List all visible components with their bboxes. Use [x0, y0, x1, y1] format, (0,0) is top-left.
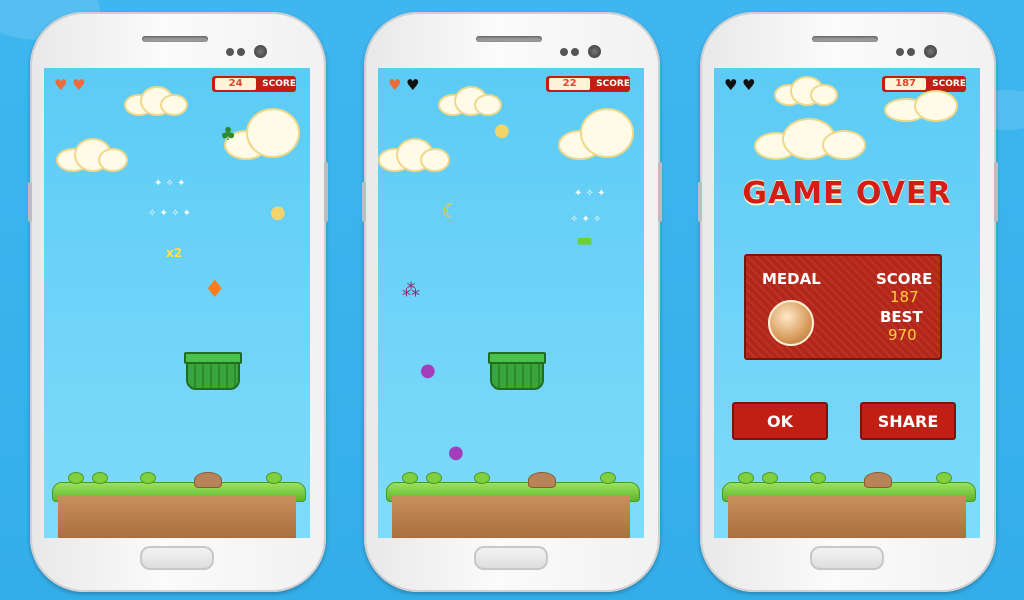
side-button	[324, 162, 328, 222]
cloud	[56, 138, 128, 172]
cloud	[378, 138, 450, 172]
ok-button[interactable]: OK	[732, 402, 828, 440]
phone-3: ♥ ♥ 187 SCORE GAME OVER MEDAL SCORE 187 …	[698, 12, 998, 592]
cloud	[124, 86, 188, 116]
heart-icon: ♥	[72, 76, 86, 94]
phone-2: ♥ ♥ 22 SCORE ● ☾ ✦ ✧ ✦ ✧ ✦ ✧ ▬ ⁂ ● ●	[362, 12, 662, 592]
side-button	[994, 162, 998, 222]
heart-empty-icon: ♥	[742, 76, 756, 94]
rock-icon	[864, 472, 892, 488]
sprout-icon	[738, 472, 754, 484]
front-camera	[924, 45, 937, 58]
rock-icon	[194, 472, 222, 488]
sprout-icon	[474, 472, 490, 484]
eggplant-icon: ●	[448, 442, 464, 463]
bonus-multiplier: x2	[166, 246, 183, 260]
heart-icon: ♥	[54, 76, 68, 94]
ground	[714, 472, 980, 538]
score-label: SCORE	[596, 79, 630, 89]
score-value: 187	[890, 288, 919, 306]
eggplant-icon: ●	[420, 360, 436, 381]
phone-1: ♥ ♥ 24 SCORE ♣ ● ✦ ✧ ✦ ✧ ✦ ✧ ✦ x2 ♦	[28, 12, 328, 592]
front-camera	[254, 45, 267, 58]
home-button[interactable]	[810, 546, 884, 570]
sprout-icon	[140, 472, 156, 484]
score-label: SCORE	[876, 270, 933, 288]
lettuce-icon: ▬	[576, 230, 594, 251]
sparkle-effect: ✦ ✧ ✦	[154, 178, 186, 189]
score-box: 24 SCORE	[212, 76, 296, 92]
best-value: 970	[888, 326, 917, 344]
sensor-dot	[237, 48, 245, 56]
sparkle-effect: ✦ ✧ ✦	[574, 188, 606, 199]
sprout-icon	[266, 472, 282, 484]
score-value: 22	[549, 78, 591, 90]
results-panel: MEDAL SCORE 187 BEST 970	[744, 254, 942, 360]
game-screen-1[interactable]: ♥ ♥ 24 SCORE ♣ ● ✦ ✧ ✦ ✧ ✦ ✧ ✦ x2 ♦	[44, 68, 310, 538]
side-button	[658, 162, 662, 222]
share-button[interactable]: SHARE	[860, 402, 956, 440]
medal-icon	[768, 300, 814, 346]
basket-player[interactable]	[184, 352, 242, 390]
score-label: SCORE	[932, 79, 966, 89]
sprout-icon	[68, 472, 84, 484]
banana-icon: ☾	[442, 199, 460, 223]
sprout-icon	[810, 472, 826, 484]
mushroom-icon: ●	[270, 202, 286, 223]
speaker-grille	[476, 36, 542, 42]
medal-label: MEDAL	[762, 270, 821, 288]
sprout-icon	[762, 472, 778, 484]
ground	[378, 472, 644, 538]
sensor-dot	[571, 48, 579, 56]
best-label: BEST	[880, 308, 923, 326]
ground	[44, 472, 310, 538]
sprout-icon	[426, 472, 442, 484]
sensor-dot	[907, 48, 915, 56]
sensor-dot	[560, 48, 568, 56]
speaker-grille	[142, 36, 208, 42]
heart-empty-icon: ♥	[724, 76, 738, 94]
home-button[interactable]	[474, 546, 548, 570]
game-screen-3: ♥ ♥ 187 SCORE GAME OVER MEDAL SCORE 187 …	[714, 68, 980, 538]
side-button	[28, 182, 32, 222]
heart-icon: ♥	[388, 76, 402, 94]
sparkle-effect: ✧ ✦ ✧ ✦	[148, 208, 192, 219]
grapes-icon: ⁂	[402, 280, 420, 301]
cloud	[774, 76, 838, 106]
side-button	[362, 182, 366, 222]
score-value: 24	[215, 78, 257, 90]
cloud	[558, 108, 638, 160]
sprout-icon	[402, 472, 418, 484]
sparkle-effect: ✧ ✦ ✧	[570, 214, 602, 225]
rock-icon	[528, 472, 556, 488]
score-box: 22 SCORE	[546, 76, 630, 92]
sensor-dot	[896, 48, 904, 56]
carrot-icon: ♦	[204, 275, 226, 303]
sprout-icon	[600, 472, 616, 484]
cloud	[884, 90, 964, 122]
front-camera	[588, 45, 601, 58]
side-button	[698, 182, 702, 222]
mushroom-icon: ●	[494, 120, 510, 141]
score-value: 187	[885, 78, 927, 90]
game-over-title: GAME OVER	[742, 176, 952, 211]
basket-player[interactable]	[488, 352, 546, 390]
speaker-grille	[812, 36, 878, 42]
cloud	[438, 86, 502, 116]
broccoli-icon: ♣	[220, 124, 237, 145]
home-button[interactable]	[140, 546, 214, 570]
heart-empty-icon: ♥	[406, 76, 420, 94]
cloud	[754, 118, 874, 160]
sprout-icon	[92, 472, 108, 484]
sensor-dot	[226, 48, 234, 56]
game-screen-2[interactable]: ♥ ♥ 22 SCORE ● ☾ ✦ ✧ ✦ ✧ ✦ ✧ ▬ ⁂ ● ●	[378, 68, 644, 538]
sprout-icon	[936, 472, 952, 484]
score-label: SCORE	[262, 79, 296, 89]
